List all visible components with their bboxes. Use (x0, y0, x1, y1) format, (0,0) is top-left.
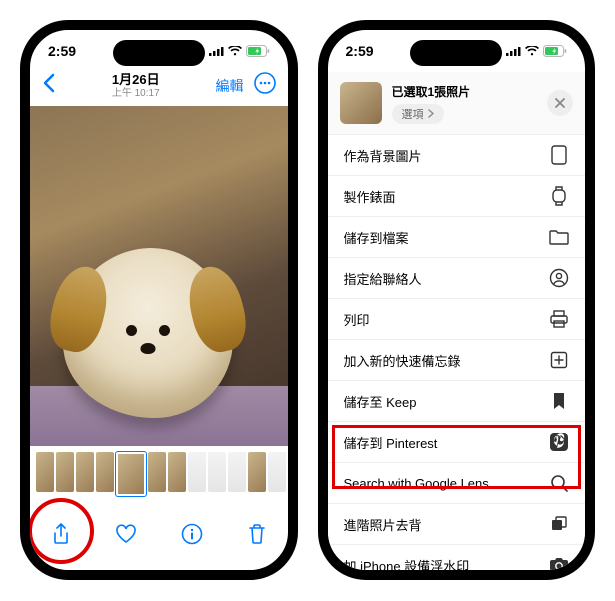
close-button[interactable] (547, 90, 573, 116)
note-add-icon (549, 350, 569, 370)
wifi-icon (228, 46, 242, 56)
action-row[interactable]: 製作錶面 (328, 176, 586, 217)
wifi-icon (525, 46, 539, 56)
more-button[interactable] (254, 72, 276, 99)
share-sheet-header: 已選取1張照片 選項 (328, 72, 586, 135)
folder-icon (549, 227, 569, 247)
printer-icon (549, 309, 569, 329)
action-row[interactable]: 進階照片去背 (328, 504, 586, 545)
info-icon (181, 523, 203, 545)
back-button[interactable] (42, 73, 56, 98)
watch-icon (549, 186, 569, 206)
close-icon (555, 98, 565, 108)
action-row[interactable]: 作為背景圖片 (328, 135, 586, 176)
options-label: 選項 (402, 106, 424, 122)
chevron-left-icon (42, 73, 56, 93)
action-label: 儲存到檔案 (344, 228, 409, 247)
action-row[interactable]: 加 iPhone 設備浮水印 (328, 545, 586, 580)
notch (113, 40, 205, 66)
action-row[interactable]: 列印 (328, 299, 586, 340)
action-label: 製作錶面 (344, 187, 396, 206)
action-label: 儲存至 Keep (344, 392, 417, 411)
bookmark-icon (549, 391, 569, 411)
trash-icon (248, 523, 266, 545)
photo-date: 1月26日 (112, 72, 160, 88)
phone-left: 2:59 1月26日 上午 10:17 編輯 (20, 20, 298, 580)
signal-icon (506, 46, 521, 56)
share-action-list: 作為背景圖片製作錶面儲存到檔案指定給聯絡人列印加入新的快速備忘錄儲存至 Keep… (328, 135, 586, 580)
battery-icon (543, 45, 567, 57)
action-row[interactable]: 加入新的快速備忘錄 (328, 340, 586, 381)
camera-icon (549, 555, 569, 575)
edit-button[interactable]: 編輯 (216, 76, 244, 96)
options-button[interactable]: 選項 (392, 104, 444, 124)
battery-icon (246, 45, 270, 57)
photo-top-bar: 1月26日 上午 10:17 編輯 (30, 72, 288, 106)
status-icons (506, 45, 567, 57)
status-icons (209, 45, 270, 57)
action-label: 列印 (344, 310, 370, 329)
action-label: 指定給聯絡人 (344, 269, 422, 288)
notch (410, 40, 502, 66)
info-button[interactable] (181, 523, 203, 545)
share-sheet-title: 已選取1張照片 (392, 83, 538, 100)
annotation-circle (28, 498, 94, 564)
action-label: 加 iPhone 設備浮水印 (344, 556, 470, 575)
action-row[interactable]: 儲存到檔案 (328, 217, 586, 258)
photo-time: 上午 10:17 (112, 88, 160, 100)
action-label: 進階照片去背 (344, 515, 422, 534)
status-time: 2:59 (48, 43, 76, 59)
layers-icon (549, 514, 569, 534)
status-time: 2:59 (346, 43, 374, 59)
ellipsis-circle-icon (254, 72, 276, 94)
share-sheet-thumbnail (340, 82, 382, 124)
heart-icon (115, 524, 137, 544)
action-row[interactable]: 指定給聯絡人 (328, 258, 586, 299)
action-row[interactable]: 儲存至 Keep (328, 381, 586, 422)
photo-date-header: 1月26日 上午 10:17 (112, 72, 160, 100)
action-label: 作為背景圖片 (344, 146, 422, 165)
photo-view[interactable] (30, 106, 288, 446)
delete-button[interactable] (248, 523, 266, 545)
annotation-box (332, 425, 582, 489)
phone-rect-icon (549, 145, 569, 165)
favorite-button[interactable] (115, 524, 137, 544)
phone-right: 2:59 已選取1張照片 選項 作為背景圖片製作錶面儲存到檔案指定給聯絡人列印加… (318, 20, 596, 580)
signal-icon (209, 46, 224, 56)
contact-icon (549, 268, 569, 288)
chevron-right-icon (428, 109, 434, 118)
action-label: 加入新的快速備忘錄 (344, 351, 461, 370)
